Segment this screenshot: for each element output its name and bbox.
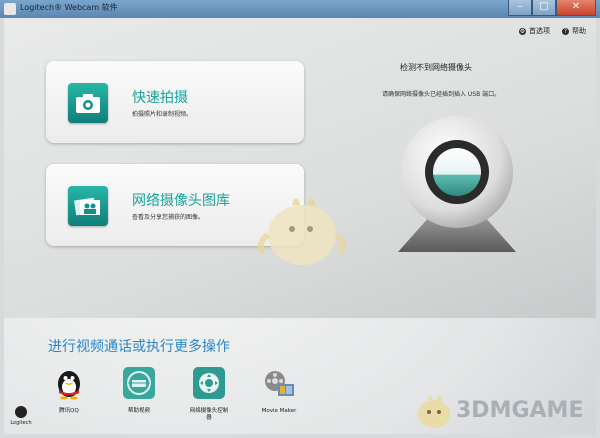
help-icon: ? — [562, 27, 569, 35]
mascot-illustration — [257, 197, 347, 265]
window-title: Logitech® Webcam 软件 — [20, 3, 118, 12]
app-window: Logitech® Webcam 软件 – □ ✕ ⚙ 首选项 ? 帮助 快速拍… — [0, 0, 600, 438]
card-desc: 拍摄照片和录制视频。 — [132, 111, 193, 118]
maximize-button[interactable]: □ — [532, 0, 556, 16]
logitech-logo: Logitech — [8, 406, 34, 426]
webcam-illustration — [398, 116, 516, 252]
gear-icon: ⚙ — [519, 27, 526, 35]
logitech-label: Logitech — [10, 420, 32, 426]
watermark-mascot-icon — [418, 395, 450, 428]
tool-qq[interactable]: 腾讯QQ — [48, 366, 90, 422]
card-title: 网络摄像头图库 — [132, 193, 230, 209]
window-controls: – □ ✕ — [508, 0, 596, 16]
top-links: ⚙ 首选项 ? 帮助 — [519, 26, 586, 36]
watermark-text: 3DMGAME — [456, 397, 584, 423]
card-desc: 查看及分享您捕获的图像。 — [132, 214, 205, 221]
title-bar[interactable]: Logitech® Webcam 软件 – □ ✕ — [0, 0, 600, 18]
watermark: 3DMGAME — [412, 388, 583, 432]
preferences-label: 首选项 — [529, 27, 550, 35]
camera-icon — [68, 83, 108, 123]
movie-maker-icon — [265, 371, 294, 396]
tool-help-video[interactable]: 帮助视频 — [118, 366, 160, 422]
qq-penguin-icon — [58, 371, 80, 400]
status-desc: 请确保网络摄像头已经插到插入 USB 端口。 — [382, 91, 501, 98]
tool-label: 帮助视频 — [127, 408, 150, 414]
card-title: 快速拍摄 — [132, 90, 188, 106]
preferences-link[interactable]: ⚙ 首选项 — [519, 26, 550, 36]
client-area: ⚙ 首选项 ? 帮助 快速拍摄 拍摄照片和录制视频。 网络摄像头图库 查看及分享… — [4, 18, 596, 434]
tool-movie-maker[interactable]: Movie Maker — [258, 366, 300, 422]
more-actions-title: 进行视频通话或执行更多操作 — [48, 339, 230, 355]
tools-row: 腾讯QQ 帮助视频 网络摄像头控制器 Movie Maker — [48, 366, 300, 422]
help-video-icon — [123, 367, 155, 399]
close-button[interactable]: ✕ — [556, 0, 596, 16]
app-icon — [4, 3, 16, 15]
gallery-icon — [68, 186, 108, 226]
webcam-controller-icon — [193, 367, 225, 399]
help-link[interactable]: ? 帮助 — [562, 26, 586, 36]
tool-label: 网络摄像头控制器 — [189, 408, 229, 421]
logitech-mark-icon — [15, 406, 27, 418]
quick-capture-card[interactable]: 快速拍摄 拍摄照片和录制视频。 — [46, 61, 304, 143]
help-label: 帮助 — [572, 27, 586, 35]
tool-webcam-controller[interactable]: 网络摄像头控制器 — [188, 366, 230, 422]
status-title: 检测不到网络摄像头 — [400, 63, 472, 72]
tool-label: 腾讯QQ — [59, 408, 79, 414]
tool-label: Movie Maker — [261, 408, 297, 414]
minimize-button[interactable]: – — [508, 0, 532, 16]
